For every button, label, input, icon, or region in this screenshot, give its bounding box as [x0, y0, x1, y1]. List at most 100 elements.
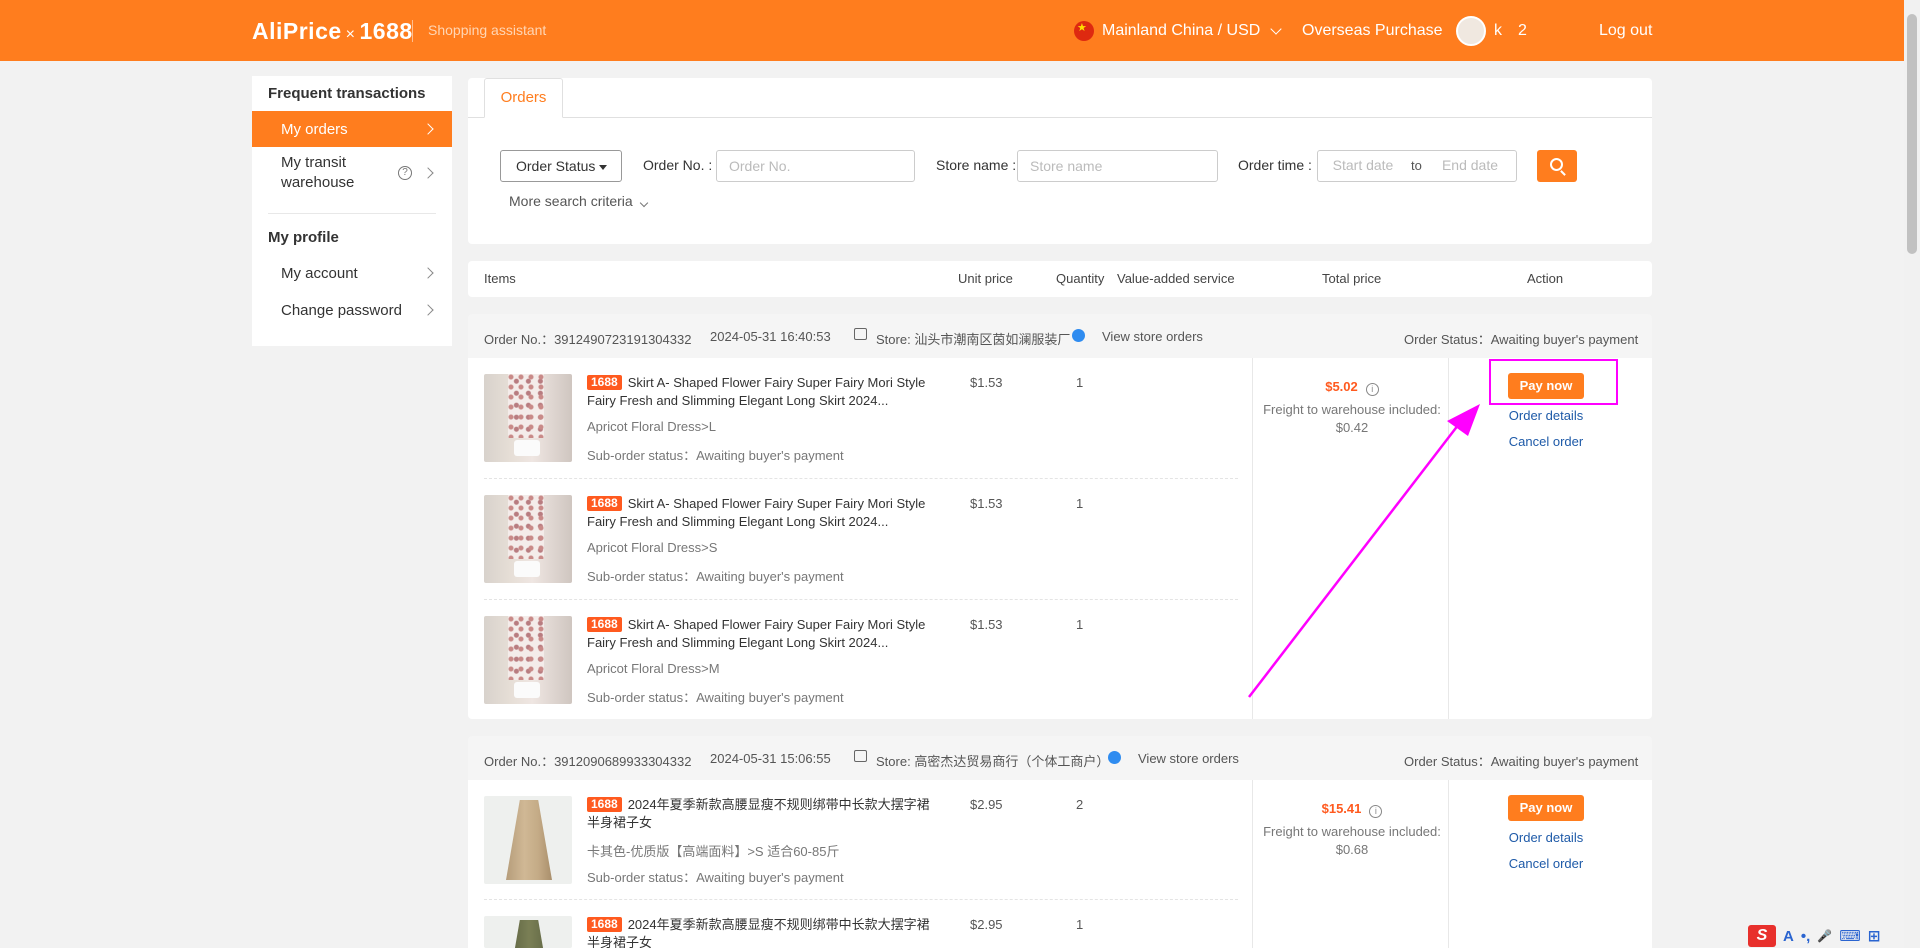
chevron-right-icon: [422, 304, 434, 316]
ime-letter-icon[interactable]: A: [1783, 928, 1794, 945]
order-details-link[interactable]: Order details: [1452, 408, 1640, 423]
chevron-right-icon: [422, 167, 434, 179]
info-icon[interactable]: i: [1365, 383, 1379, 396]
freight-value: $0.42: [1335, 420, 1369, 435]
product-title[interactable]: 1688 Skirt A- Shaped Flower Fairy Super F…: [587, 374, 932, 410]
product-title[interactable]: 1688 2024年夏季新款高腰显瘦不规则绑带中长款大摆字裙半身裙子女: [587, 916, 932, 948]
logout-link[interactable]: Log out: [1599, 22, 1652, 40]
col-value-added-service: Value-added service: [1117, 271, 1235, 286]
store-label: Store:: [876, 754, 911, 769]
store-icon: [854, 750, 867, 762]
order-status-label: Order Status：: [1404, 332, 1491, 347]
product-variant: Apricot Floral Dress>L: [587, 419, 716, 434]
product-title[interactable]: 1688 Skirt A- Shaped Flower Fairy Super F…: [587, 616, 932, 652]
order-no: Order No.：3912490723191304332: [484, 329, 691, 348]
sidebar-item-my-account[interactable]: My account: [252, 255, 452, 291]
sidebar-item-my-orders[interactable]: My orders: [252, 111, 452, 147]
sub-order-status: Sub-order status：Awaiting buyer's paymen…: [587, 566, 844, 585]
product-thumbnail[interactable]: [484, 374, 572, 462]
sidebar-item-label: My orders: [281, 120, 348, 138]
product-title[interactable]: 1688 Skirt A- Shaped Flower Fairy Super F…: [587, 495, 932, 531]
order-status-label: Order Status：: [1404, 754, 1491, 769]
sidebar-item-change-password[interactable]: Change password: [252, 292, 452, 328]
sogou-ime-icon[interactable]: S: [1748, 925, 1776, 947]
order-status-label: Order Status: [516, 158, 596, 174]
search-button[interactable]: [1537, 150, 1577, 182]
sidebar-heading-transactions: Frequent transactions: [268, 85, 426, 102]
product-title-text: 2024年夏季新款高腰显瘦不规则绑带中长款大摆字裙半身裙子女: [587, 917, 930, 948]
view-store-orders-link[interactable]: View store orders: [1102, 329, 1203, 344]
ime-punctuation-icon[interactable]: •,: [1801, 928, 1810, 945]
logo[interactable]: AliPrice × 1688: [252, 18, 413, 45]
store-name[interactable]: Store: 汕头市潮南区茵如澜服装厂: [876, 329, 1070, 348]
pay-now-button[interactable]: Pay now: [1508, 795, 1584, 821]
sidebar: Frequent transactions My orders My trans…: [252, 76, 452, 346]
username[interactable]: k 2: [1494, 22, 1543, 40]
sub-order-status-label: Sub-order status：: [587, 448, 697, 463]
overseas-purchase-link[interactable]: Overseas Purchase: [1302, 22, 1443, 40]
chat-icon[interactable]: [1072, 329, 1085, 342]
china-flag-icon: [1074, 21, 1094, 41]
sub-order-status-value: Awaiting buyer's payment: [696, 690, 844, 705]
sub-order-status-value: Awaiting buyer's payment: [696, 448, 844, 463]
help-icon[interactable]: ?: [398, 166, 412, 180]
order-no-input[interactable]: [716, 150, 915, 182]
microphone-icon[interactable]: 🎤: [1817, 929, 1832, 943]
order-header: Order No.：3912090689933304332 2024-05-31…: [468, 736, 1652, 780]
product-thumbnail[interactable]: [484, 616, 572, 704]
cancel-order-link[interactable]: Cancel order: [1452, 856, 1640, 871]
col-action: Action: [1527, 271, 1564, 286]
grid-icon[interactable]: ⊞: [1868, 927, 1881, 945]
col-total-price: Total price: [1322, 271, 1382, 286]
sidebar-item-transit-warehouse[interactable]: My transit warehouse ?: [252, 151, 452, 195]
unit-price: $1.53: [970, 617, 1003, 632]
info-icon[interactable]: i: [1369, 805, 1383, 818]
keyboard-icon[interactable]: ⌨: [1839, 927, 1861, 945]
col-quantity: Quantity: [1056, 271, 1105, 286]
source-badge: 1688: [587, 617, 622, 632]
start-date-input[interactable]: [1328, 157, 1398, 173]
chat-icon[interactable]: [1108, 751, 1121, 764]
highlight-box: [1489, 359, 1618, 405]
chevron-right-icon: [422, 267, 434, 279]
sidebar-divider: [268, 213, 436, 214]
scrollbar-thumb[interactable]: [1907, 14, 1917, 254]
source-badge: 1688: [587, 797, 622, 812]
product-title[interactable]: 1688 2024年夏季新款高腰显瘦不规则绑带中长款大摆字裙半身裙子女: [587, 796, 932, 832]
source-badge: 1688: [587, 496, 622, 511]
product-thumbnail[interactable]: [484, 495, 572, 583]
cancel-order-link[interactable]: Cancel order: [1452, 434, 1640, 449]
sidebar-heading-profile: My profile: [268, 229, 339, 246]
more-search-criteria[interactable]: More search criteria: [509, 193, 648, 209]
tab-orders[interactable]: Orders: [484, 78, 563, 118]
order-no: Order No.：3912090689933304332: [484, 751, 691, 770]
store-value: 汕头市潮南区茵如澜服装厂: [914, 332, 1071, 347]
sub-order-status: Sub-order status：Awaiting buyer's paymen…: [587, 445, 844, 464]
quantity: 1: [1076, 375, 1084, 390]
avatar[interactable]: [1456, 16, 1486, 46]
store-name-input[interactable]: [1017, 150, 1218, 182]
region-label: Mainland China / USD: [1102, 22, 1261, 39]
col-items: Items: [484, 271, 516, 286]
view-store-orders-link[interactable]: View store orders: [1138, 751, 1239, 766]
product-thumbnail[interactable]: [484, 916, 572, 948]
logo-aliprice: AliPrice: [252, 18, 342, 44]
order-status-value: Awaiting buyer's payment: [1490, 754, 1639, 769]
product-thumbnail[interactable]: [484, 796, 572, 884]
quantity: 2: [1076, 797, 1084, 812]
source-badge: 1688: [587, 917, 622, 932]
order-details-link[interactable]: Order details: [1452, 830, 1640, 845]
order-status-dropdown[interactable]: Order Status: [500, 150, 622, 182]
chevron-down-icon: [639, 198, 648, 208]
order-no-label: Order No.：: [484, 332, 555, 347]
order-no-label: Order No. :: [643, 157, 713, 173]
store-name[interactable]: Store: 高密杰达贸易商行（个体工商户）: [876, 751, 1109, 770]
unit-price: $1.53: [970, 375, 1003, 390]
sidebar-item-label: My transit warehouse: [281, 153, 354, 193]
total-amount: $15.41: [1321, 801, 1362, 816]
caret-down-icon: [599, 164, 608, 170]
date-to-label: to: [1411, 158, 1422, 173]
order-status-value: Awaiting buyer's payment: [1490, 332, 1639, 347]
region-selector[interactable]: Mainland China / USD: [1074, 21, 1282, 41]
end-date-input[interactable]: [1435, 157, 1505, 173]
